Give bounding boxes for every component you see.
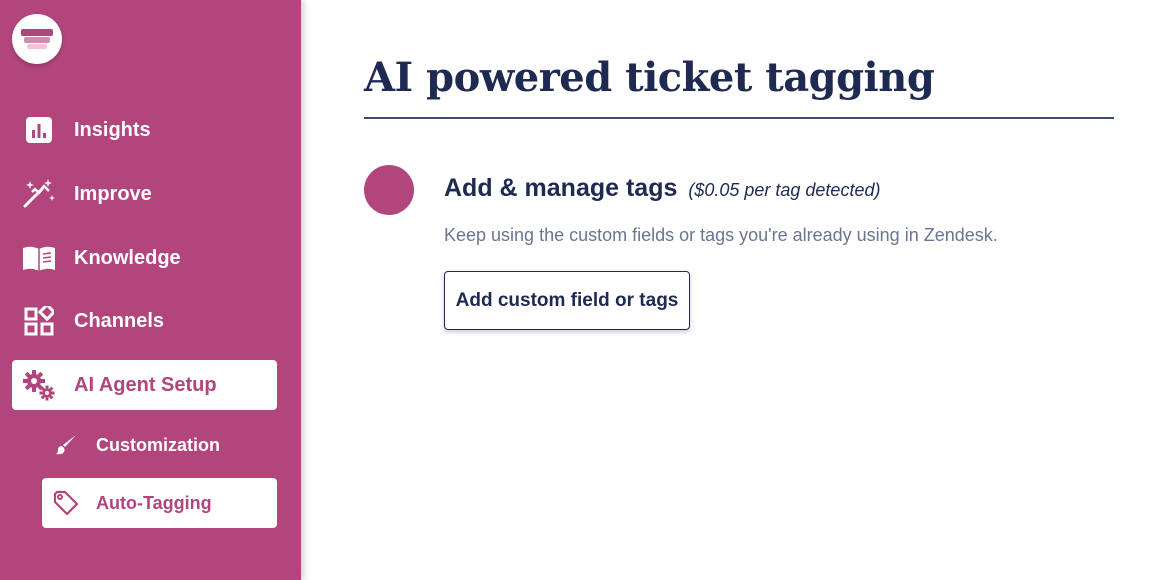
- widgets-icon: [22, 304, 56, 338]
- brush-icon: [52, 431, 80, 459]
- logo-bar: [27, 44, 47, 49]
- sidebar: Insights Improve Knowledge Channels AI A…: [0, 0, 301, 580]
- tag-icon: [52, 489, 80, 517]
- sidebar-item-label: Improve: [74, 182, 152, 205]
- sidebar-subitem-customization[interactable]: Customization: [42, 420, 277, 470]
- sidebar-item-label: Insights: [74, 118, 151, 141]
- page-title: AI powered ticket tagging: [364, 54, 935, 101]
- sidebar-subitem-label: Customization: [96, 434, 220, 455]
- section-heading-text: Add & manage tags: [444, 174, 678, 202]
- sidebar-item-knowledge[interactable]: Knowledge: [12, 233, 277, 283]
- sidebar-item-channels[interactable]: Channels: [12, 296, 277, 346]
- sidebar-item-label: Channels: [74, 309, 165, 332]
- sidebar-item-label: AI Agent Setup: [74, 373, 217, 396]
- logo-bar: [21, 29, 53, 36]
- sparkle-wand-icon: [22, 177, 56, 211]
- sidebar-subitem-auto-tagging[interactable]: Auto-Tagging: [42, 478, 277, 528]
- logo-bar: [24, 37, 50, 43]
- sidebar-subitem-label: Auto-Tagging: [96, 492, 212, 513]
- title-divider: [364, 117, 1114, 119]
- section-heading: Add & manage tags ($0.05 per tag detecte…: [444, 174, 880, 203]
- add-custom-field-button[interactable]: Add custom field or tags: [444, 271, 690, 330]
- bar-chart-icon: [22, 113, 56, 147]
- price-note: ($0.05 per tag detected): [688, 180, 881, 200]
- app-root: Insights Improve Knowledge Channels AI A…: [0, 0, 1159, 580]
- sidebar-item-insights[interactable]: Insights: [12, 105, 277, 155]
- section-description: Keep using the custom fields or tags you…: [444, 225, 998, 245]
- sidebar-item-ai-agent-setup[interactable]: AI Agent Setup: [12, 360, 277, 410]
- sidebar-item-label: Knowledge: [74, 246, 181, 269]
- gears-icon: [22, 368, 56, 402]
- sidebar-item-improve[interactable]: Improve: [12, 169, 277, 219]
- step-indicator: [364, 165, 414, 215]
- open-book-icon: [22, 241, 56, 275]
- app-logo[interactable]: [12, 14, 62, 64]
